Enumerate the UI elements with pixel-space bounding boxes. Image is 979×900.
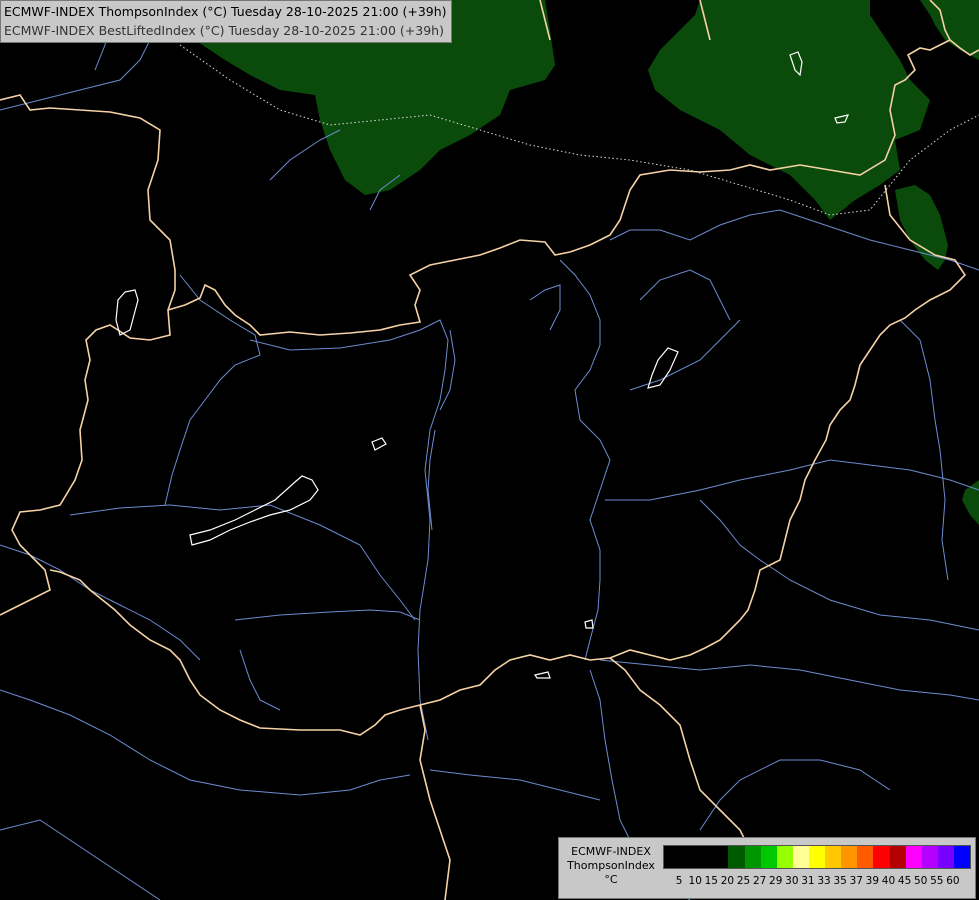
legend-swatch (696, 846, 713, 868)
legend-ticks: 5 10 15 20 25 27 29 30 31 33 35 37 39 40 45 50 55 60 (663, 875, 971, 889)
legend-swatch (857, 846, 874, 868)
legend-tick-label: 55 (930, 875, 944, 887)
legend-swatch (664, 846, 681, 868)
legend-tick-label: 39 (865, 875, 880, 887)
map-header: ECMWF-INDEX ThompsonIndex (°C) Tuesday 2… (0, 0, 452, 43)
legend-tick-label: 35 (833, 875, 847, 887)
legend-swatch (680, 846, 697, 868)
legend-swatch (792, 846, 809, 868)
legend-swatch (712, 846, 729, 868)
legend-tick-label: 29 (769, 875, 783, 887)
legend-tick-label: 60 (946, 875, 960, 887)
legend-tick-label: 31 (801, 875, 815, 887)
color-legend: ECMWF-INDEX ThompsonIndex °C 5 10 15 20 25 27… (558, 837, 976, 899)
legend-swatch (953, 846, 971, 868)
legend-swatch (889, 846, 906, 868)
legend-swatch (808, 846, 826, 868)
legend-tick-label: 37 (849, 875, 863, 887)
legend-title-line2: ThompsonIndex (567, 859, 655, 872)
legend-tick-label: 45 (897, 875, 912, 887)
legend-color-bar (663, 845, 971, 869)
legend-unit: °C (604, 873, 618, 886)
legend-tick-label: 15 (704, 875, 718, 887)
legend-swatch (905, 846, 922, 868)
legend-swatch (728, 846, 745, 868)
header-title-lifted: ECMWF-INDEX BestLiftedIndex (°C) Tuesday… (4, 23, 444, 38)
legend-swatch (744, 846, 761, 868)
legend-swatch (841, 846, 858, 868)
legend-title: ECMWF-INDEX ThompsonIndex °C (561, 845, 661, 887)
legend-tick-label: 50 (913, 875, 928, 887)
legend-tick-label: 10 (688, 875, 702, 887)
weather-map (0, 0, 979, 900)
legend-swatch (921, 846, 938, 868)
legend-swatch (776, 846, 793, 868)
legend-swatch (825, 846, 842, 868)
legend-swatch (760, 846, 777, 868)
legend-title-line1: ECMWF-INDEX (571, 845, 651, 858)
legend-tick-label: 40 (881, 875, 896, 887)
legend-tick-label: 25 (736, 875, 751, 887)
legend-swatch (873, 846, 890, 868)
legend-swatch (937, 846, 954, 868)
legend-tick-label: 33 (817, 875, 831, 887)
header-title-thompson: ECMWF-INDEX ThompsonIndex (°C) Tuesday 2… (4, 4, 447, 19)
legend-tick-label: 27 (752, 875, 767, 887)
legend-tick-label: 20 (720, 875, 735, 887)
legend-tick-label: 30 (785, 875, 799, 887)
legend-tick-label: 5 (675, 875, 683, 887)
